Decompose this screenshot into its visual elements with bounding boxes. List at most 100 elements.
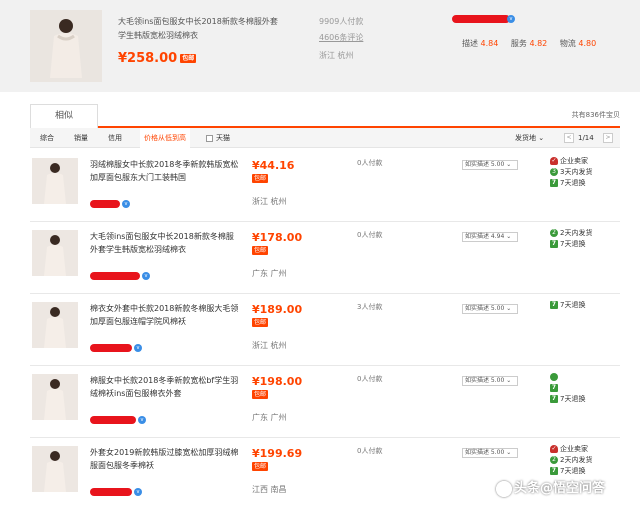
chevron-down-icon: ⌄	[506, 233, 512, 240]
sort-comprehensive[interactable]: 综合	[40, 128, 54, 148]
store-icon: ✓	[550, 445, 558, 453]
sort-sales[interactable]: 销量	[74, 128, 88, 148]
service-label: 7天退换	[560, 395, 586, 403]
service-list: 7 7天退换	[550, 300, 585, 311]
free-shipping-badge: 包邮	[252, 390, 269, 399]
desc-score-dropdown[interactable]: 如实描述 4.94 ⌄	[462, 232, 518, 242]
desc-score-label: 如实描述 5.00	[465, 305, 505, 312]
product-title-link[interactable]: 棉服女中长款2018冬季新款宽松bf学生羽绒棉袄ins面包服棉衣外套	[90, 374, 240, 400]
store-icon: ✓	[550, 157, 558, 165]
prev-page-button[interactable]: <	[564, 133, 574, 143]
current-product-reviews-link[interactable]: 4606条评论	[319, 32, 363, 43]
service-item: 7 7天退换	[550, 300, 585, 311]
shop-scores: 描述 4.84 服务 4.82 物流 4.80	[462, 38, 606, 49]
product-thumbnail[interactable]	[32, 302, 78, 348]
score-desc-value: 4.84	[480, 39, 499, 48]
sort-credit[interactable]: 信用	[108, 128, 122, 148]
product-row[interactable]: 大毛领ins面包服女中长2018新款冬棉服外套学生韩版宽松羽绒棉衣 v ¥178.0…	[30, 222, 620, 294]
service-item: 7 7天退换	[550, 178, 592, 189]
ship-icon: 2	[550, 229, 558, 237]
product-title-link[interactable]: 大毛领ins面包服女中长2018新款冬棉服外套学生韩版宽松羽绒棉衣	[90, 230, 240, 256]
vip-icon: v	[122, 200, 130, 208]
product-title-link[interactable]: 棉衣女外套中长款2018新款冬棉服大毛领加厚面包服连帽学院风棉袄	[90, 302, 240, 328]
service-label: 7天退换	[560, 467, 586, 475]
ship-from-label: 发货地	[515, 134, 536, 142]
service-item: ✓ 企业卖家	[550, 156, 592, 167]
return-icon: 7	[550, 467, 558, 475]
tmall-filter[interactable]: 天猫	[206, 128, 230, 148]
tmall-checkbox[interactable]	[206, 134, 213, 142]
return-icon: 7	[550, 384, 558, 392]
redacted-shop-name	[90, 416, 136, 424]
product-thumbnail[interactable]	[32, 446, 78, 492]
total-count: 共有836件宝贝	[571, 111, 620, 119]
next-page-button[interactable]: >	[603, 133, 613, 143]
product-price: ¥178.00	[252, 231, 303, 244]
vip-icon: v	[142, 272, 150, 280]
ship-icon: 3	[550, 168, 558, 176]
service-item: 7	[550, 383, 585, 394]
product-location: 浙江 杭州	[252, 341, 287, 350]
service-label: 企业卖家	[560, 157, 588, 165]
service-label: 7天退换	[560, 179, 586, 187]
chevron-down-icon: ⌄	[506, 305, 512, 312]
service-item: 7 7天退换	[550, 466, 592, 477]
service-label: 2天内发货	[560, 456, 593, 464]
product-thumbnail[interactable]	[32, 374, 78, 420]
service-item: 7 7天退换	[550, 239, 592, 250]
current-product-title[interactable]: 大毛领ins面包服女中长2018新款冬棉服外套学生韩版宽松羽绒棉衣	[118, 15, 283, 43]
product-thumbnail[interactable]	[32, 158, 78, 204]
desc-score-dropdown[interactable]: 如实描述 5.00 ⌄	[462, 448, 518, 458]
current-product-image[interactable]	[30, 10, 102, 82]
desc-score-dropdown[interactable]: 如实描述 5.00 ⌄	[462, 304, 518, 314]
service-item: 2 2天内发货	[550, 228, 592, 239]
desc-score-dropdown[interactable]: 如实描述 5.00 ⌄	[462, 160, 518, 170]
service-item	[550, 372, 585, 383]
product-paid-count: 0人付款	[357, 375, 383, 383]
current-product-panel: 大毛领ins面包服女中长2018新款冬棉服外套学生韩版宽松羽绒棉衣 ¥258.0…	[0, 0, 640, 92]
score-service-label: 服务	[510, 39, 527, 48]
product-paid-count: 0人付款	[357, 159, 383, 167]
redacted-shop-name	[90, 200, 120, 208]
current-product-price: ¥258.00 包邮	[118, 51, 197, 66]
service-item: ✓ 企业卖家	[550, 444, 592, 455]
desc-score-label: 如实描述 4.94	[465, 233, 505, 240]
product-price: ¥199.69	[252, 447, 303, 460]
vip-icon: v	[138, 416, 146, 424]
service-list: 7 7 7天退换	[550, 372, 585, 405]
product-title-link[interactable]: 羽绒棉服女中长款2018冬季新款韩版宽松加厚面包服东大门工装韩国	[90, 158, 240, 184]
current-product-paid: 9909人付款	[319, 17, 364, 26]
redacted-shop-name	[90, 272, 140, 280]
current-product-price-value: ¥258.00	[118, 51, 178, 66]
product-price: ¥44.16	[252, 159, 295, 172]
product-row[interactable]: 羽绒棉服女中长款2018冬季新款韩版宽松加厚面包服东大门工装韩国 v ¥44.16 包…	[30, 150, 620, 222]
sort-price-asc[interactable]: 价格从低到高	[140, 128, 190, 148]
product-row[interactable]: 棉服女中长款2018冬季新款宽松bf学生羽绒棉袄ins面包服棉衣外套 v ¥198.…	[30, 366, 620, 438]
redacted-shop-name	[90, 488, 132, 496]
score-service-value: 4.82	[529, 39, 548, 48]
results-tabbar: 相似 共有836件宝贝	[30, 104, 620, 128]
free-shipping-badge: 包邮	[252, 318, 269, 327]
product-title-link[interactable]: 外套女2019新款韩版过膝宽松加厚羽绒棉服面包服冬季棉袄	[90, 446, 240, 472]
redacted-shop-name	[452, 15, 510, 23]
service-list: ✓ 企业卖家 3 3天内发货 7 7天退换	[550, 156, 592, 189]
product-price: ¥189.00	[252, 303, 303, 316]
product-row[interactable]: 棉衣女外套中长款2018新款冬棉服大毛领加厚面包服连帽学院风棉袄 v ¥189.00…	[30, 294, 620, 366]
return-icon: 7	[550, 179, 558, 187]
score-desc-label: 描述	[462, 39, 478, 48]
free-shipping-badge: 包邮	[252, 174, 269, 183]
desc-score-dropdown[interactable]: 如实描述 5.00 ⌄	[462, 376, 518, 386]
chevron-down-icon: ⌄	[538, 134, 545, 142]
watermark-logo-icon	[496, 480, 512, 497]
ship-icon: 2	[550, 456, 558, 464]
return-icon: 7	[550, 395, 558, 403]
score-logistics-value: 4.80	[578, 39, 597, 48]
tab-similar[interactable]: 相似	[30, 104, 98, 128]
product-location: 江西 南昌	[252, 485, 287, 494]
product-row[interactable]: 外套女2019新款韩版过膝宽松加厚羽绒棉服面包服冬季棉袄 v ¥199.69 包邮 江西…	[30, 438, 620, 509]
product-thumbnail[interactable]	[32, 230, 78, 276]
page-indicator: 1/14	[578, 134, 594, 142]
watermark: 头条@悟空问答	[496, 477, 605, 497]
ship-from-dropdown[interactable]: 发货地 ⌄	[515, 128, 544, 148]
chevron-down-icon: ⌄	[506, 377, 512, 384]
